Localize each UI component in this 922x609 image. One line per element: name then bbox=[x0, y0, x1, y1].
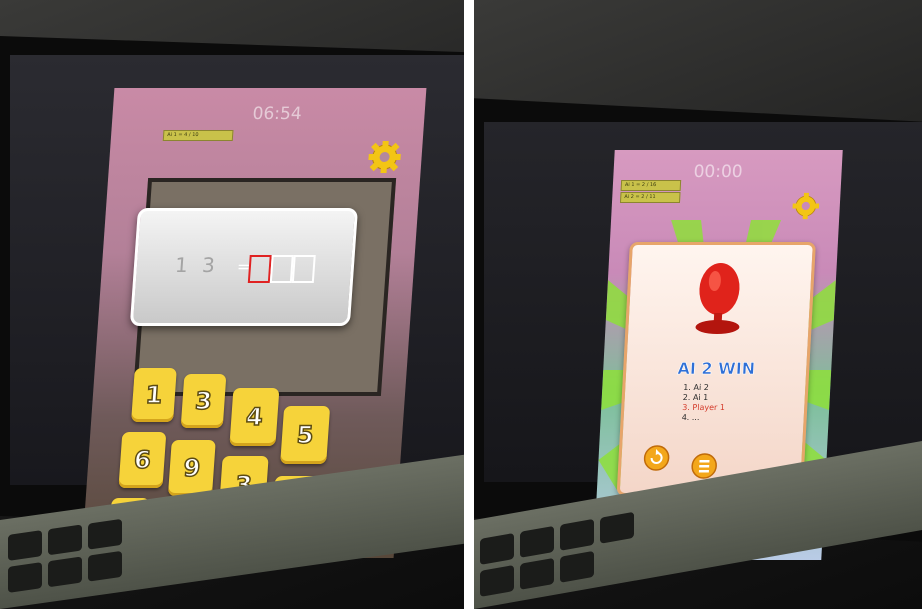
keyboard-key bbox=[48, 524, 82, 556]
question-panel: 1 3 = bbox=[129, 208, 359, 326]
number-tile[interactable]: 4 bbox=[229, 388, 280, 446]
keyboard-key bbox=[48, 556, 82, 588]
keyboard-key bbox=[520, 557, 554, 590]
score-tag: Ai 1 = 4 / 10 bbox=[162, 130, 234, 141]
trophy-icon bbox=[695, 263, 740, 334]
keyboard-key bbox=[480, 564, 514, 597]
keyboard-key bbox=[8, 530, 42, 561]
keyboard-key bbox=[8, 562, 42, 593]
keyboard-key bbox=[520, 525, 554, 558]
keyboard-key bbox=[600, 511, 634, 544]
ranking-item: 3. Player 1 bbox=[682, 403, 726, 412]
right-photo: 00:00 Ai 1 = 2 / 16 Ai 2 = 2 / 11 AI 2 W… bbox=[474, 0, 922, 609]
ranking-item: 2. Ai 1 bbox=[682, 393, 709, 402]
ranking-item: 1. Ai 2 bbox=[683, 383, 710, 392]
left-photo: 06:54 Ai 1 = 4 / 10 1 3 = 1 3 4 5 6 9 bbox=[0, 0, 464, 609]
menu-icon[interactable] bbox=[691, 453, 718, 479]
answer-slot[interactable] bbox=[291, 255, 316, 283]
timer-text: 06:54 bbox=[251, 104, 303, 124]
number-tile[interactable]: 3 bbox=[180, 374, 227, 428]
answer-slot[interactable] bbox=[269, 255, 294, 283]
ranking-list: 1. Ai 2 2. Ai 1 3. Player 1 4. ... bbox=[681, 383, 726, 423]
keyboard-key bbox=[480, 532, 514, 565]
score-tag-ai1: Ai 1 = 2 / 16 bbox=[620, 180, 682, 191]
number-tile[interactable]: 6 bbox=[118, 432, 167, 488]
answer-slot-active[interactable] bbox=[247, 255, 272, 283]
gear-icon[interactable] bbox=[791, 192, 820, 220]
question-text: 1 3 bbox=[174, 253, 220, 277]
number-tile[interactable]: 9 bbox=[167, 440, 216, 496]
keyboard-key bbox=[88, 550, 122, 582]
number-tile[interactable]: 1 bbox=[131, 368, 177, 422]
replay-icon[interactable] bbox=[643, 445, 670, 471]
number-tile[interactable]: 5 bbox=[280, 406, 331, 464]
keyboard-key bbox=[560, 518, 594, 551]
gear-icon[interactable] bbox=[366, 140, 402, 174]
ranking-item: 4. ... bbox=[681, 413, 700, 422]
timer-text: 00:00 bbox=[693, 162, 744, 182]
result-card: AI 2 WIN 1. Ai 2 2. Ai 1 3. Player 1 4. … bbox=[616, 242, 816, 496]
keyboard-key bbox=[560, 550, 594, 583]
result-title: AI 2 WIN bbox=[676, 359, 756, 379]
keyboard-key bbox=[88, 518, 122, 550]
score-tag-ai2: Ai 2 = 2 / 11 bbox=[619, 192, 681, 203]
